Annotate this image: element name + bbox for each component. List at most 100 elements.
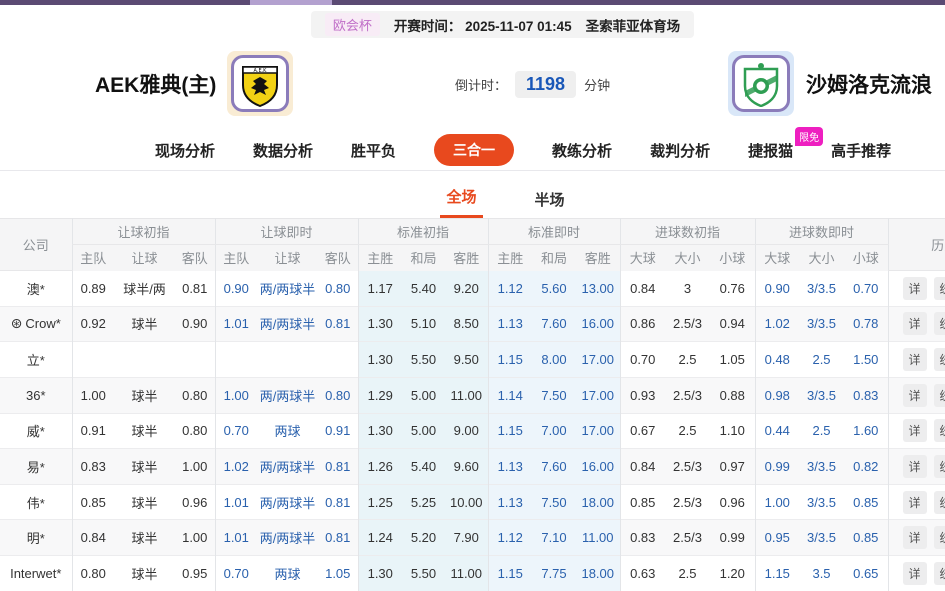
odds-cell: 7.60 — [532, 306, 576, 342]
stats-button[interactable]: 统 — [934, 491, 945, 514]
odds-cell: 7.90 — [445, 520, 488, 556]
countdown: 倒计时： 1198 分钟 — [455, 38, 610, 130]
odds-cell: 0.80 — [318, 377, 358, 413]
detail-button[interactable]: 详 — [903, 526, 927, 549]
odds-cell: 2.5 — [665, 342, 710, 378]
stats-button[interactable]: 统 — [934, 455, 945, 478]
odds-cell: 11.00 — [445, 556, 488, 591]
match-info-box: 欧会杯 开赛时间： 2025-11-07 01:45 圣索菲亚体育场 — [311, 11, 694, 38]
odds-cell: 16.00 — [576, 449, 620, 485]
nav-tab-1[interactable]: 现场分析 — [155, 140, 215, 161]
detail-button[interactable]: 详 — [903, 562, 927, 585]
odds-cell: 1.30 — [358, 413, 402, 449]
stats-button[interactable]: 统 — [934, 384, 945, 407]
nav-tab-4[interactable]: 三合一 — [434, 134, 514, 166]
odds-cell: 8.50 — [445, 306, 488, 342]
history-cell: 详统 — [888, 484, 945, 520]
nav-tab-label: 教练分析 — [552, 143, 612, 160]
odds-cell: 7.50 — [532, 377, 576, 413]
odds-cell: 0.93 — [620, 377, 665, 413]
group-header-4: 标准即时 — [488, 219, 620, 245]
odds-cell: 5.20 — [402, 520, 445, 556]
odds-cell: 17.00 — [576, 377, 620, 413]
odds-cell: 0.99 — [710, 520, 755, 556]
company-name: Interwet* — [10, 566, 61, 581]
group-header-3: 标准初指 — [358, 219, 488, 245]
detail-button[interactable]: 详 — [903, 455, 927, 478]
header-subcol-row: 主队让球客队主队让球客队主胜和局客胜主胜和局客胜大球大小小球大球大小小球 — [0, 245, 945, 271]
subtab-2[interactable]: 半场 — [529, 179, 571, 218]
group-header-2: 让球即时 — [215, 219, 358, 245]
company-cell: 明* — [0, 520, 72, 556]
odds-cell: 1.12 — [488, 520, 532, 556]
group-header-5: 进球数初指 — [620, 219, 755, 245]
odds-cell: 1.00 — [175, 449, 215, 485]
odds-cell: 1.13 — [488, 484, 532, 520]
odds-cell: 16.00 — [576, 306, 620, 342]
odds-cell: 0.85 — [72, 484, 114, 520]
subcol-header: 小球 — [844, 245, 888, 271]
odds-cell: 球半 — [114, 520, 175, 556]
nav-tab-8[interactable]: 高手推荐 — [831, 140, 891, 161]
odds-cell: 2.5/3 — [665, 306, 710, 342]
odds-cell: 1.30 — [358, 342, 402, 378]
odds-cell: 0.86 — [620, 306, 665, 342]
nav-tab-5[interactable]: 教练分析 — [552, 140, 612, 161]
detail-button[interactable]: 详 — [903, 312, 927, 335]
stats-button[interactable]: 统 — [934, 526, 945, 549]
aek-crest-icon: A.E.K — [240, 61, 280, 107]
odds-cell: 1.01 — [215, 484, 257, 520]
odds-cell: 0.70 — [215, 413, 257, 449]
nav-tab-7[interactable]: 捷报猫限免 — [748, 140, 793, 161]
stats-button[interactable]: 统 — [934, 419, 945, 442]
odds-cell: 0.81 — [318, 449, 358, 485]
stats-button[interactable]: 统 — [934, 348, 945, 371]
odds-cell: 2.5 — [665, 413, 710, 449]
history-cell: 详统 — [888, 520, 945, 556]
odds-cell: 1.13 — [488, 306, 532, 342]
detail-button[interactable]: 详 — [903, 348, 927, 371]
table-row: 威*0.91球半0.800.70两球0.911.305.009.001.157.… — [0, 413, 945, 449]
table-row: ⊛Crow*0.92球半0.901.01两/两球半0.811.305.108.5… — [0, 306, 945, 342]
nav-tab-3[interactable]: 胜平负 — [351, 140, 396, 161]
subcol-header: 大小 — [799, 245, 844, 271]
subcol-header: 大球 — [620, 245, 665, 271]
stats-button[interactable]: 统 — [934, 277, 945, 300]
shamrock-crest-icon — [741, 61, 781, 107]
subcol-header: 客队 — [175, 245, 215, 271]
subtab-1[interactable]: 全场 — [440, 176, 482, 218]
nav-tab-label: 胜平负 — [351, 143, 396, 160]
stats-button[interactable]: 统 — [934, 562, 945, 585]
odds-cell: 5.25 — [402, 484, 445, 520]
odds-cell: 1.00 — [755, 484, 799, 520]
subcol-header: 让球 — [114, 245, 175, 271]
detail-button[interactable]: 详 — [903, 419, 927, 442]
odds-cell: 0.85 — [844, 520, 888, 556]
odds-cell: 5.00 — [402, 377, 445, 413]
stats-button[interactable]: 统 — [934, 312, 945, 335]
odds-cell: 1.17 — [358, 271, 402, 307]
free-badge: 限免 — [795, 127, 823, 146]
odds-cell: 0.92 — [72, 306, 114, 342]
odds-cell: 2.5/3 — [665, 484, 710, 520]
odds-cell: 两/两球半 — [257, 449, 318, 485]
home-team-logo: A.E.K — [227, 51, 293, 116]
odds-cell: 2.5/3 — [665, 377, 710, 413]
svg-text:A.E.K: A.E.K — [254, 68, 268, 74]
detail-button[interactable]: 详 — [903, 384, 927, 407]
odds-cell: 1.02 — [215, 449, 257, 485]
odds-cell: 0.91 — [318, 413, 358, 449]
detail-button[interactable]: 详 — [903, 491, 927, 514]
subcol-header: 大球 — [755, 245, 799, 271]
odds-cell — [318, 342, 358, 378]
nav-tab-6[interactable]: 裁判分析 — [650, 140, 710, 161]
odds-cell: 2.5 — [799, 413, 844, 449]
odds-cell: 球半/两 — [114, 271, 175, 307]
subcol-header: 客胜 — [576, 245, 620, 271]
odds-cell: 1.05 — [318, 556, 358, 591]
odds-cell: 0.81 — [318, 484, 358, 520]
nav-tab-2[interactable]: 数据分析 — [253, 140, 313, 161]
odds-cell: 7.00 — [532, 413, 576, 449]
detail-button[interactable]: 详 — [903, 277, 927, 300]
header-group-row: 公司让球初指让球即时标准初指标准即时进球数初指进球数即时历史 — [0, 219, 945, 245]
